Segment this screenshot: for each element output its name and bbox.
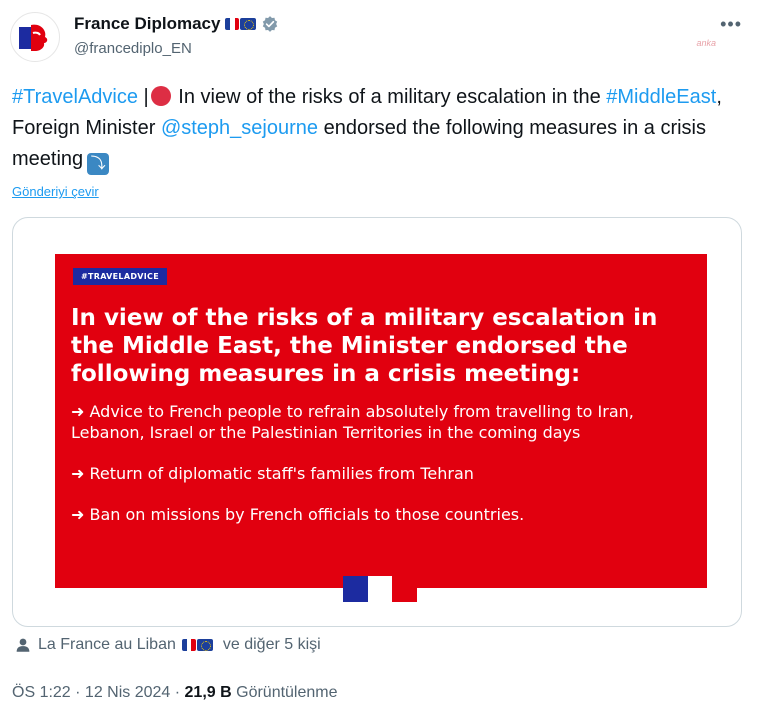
flag-icons [225,18,257,30]
fr-flag-icon [181,639,196,651]
poster-item: ➜ Ban on missions by French officials to… [71,505,525,524]
fr-flag-icon [225,18,240,30]
tweet-date[interactable]: 12 Nis 2024 [85,684,170,701]
poster-item: ➜ Return of diplomatic staff's families … [71,464,474,483]
author-handle[interactable]: @francediplo_EN [74,40,192,57]
media-card[interactable]: #TRAVELADVICE In view of the risks of a … [12,217,742,627]
avatar[interactable] [10,12,60,62]
separator: | [137,86,149,108]
travel-advice-poster: #TRAVELADVICE In view of the risks of a … [55,254,707,602]
translate-post-link[interactable]: Gönderiyi çevir [12,184,99,199]
mention-steph-sejourne[interactable]: @steph_sejourne [161,117,318,139]
hashtag-traveladvice[interactable]: #TravelAdvice [12,86,138,108]
poster-headline: In view of the risks of a military escal… [71,305,658,387]
verified-badge-icon[interactable] [261,15,279,33]
author-name-line: France Diplomacy [74,14,279,34]
poster-item: ➜ Advice to French people to refrain abs… [71,402,634,442]
author-display-name[interactable]: France Diplomacy [74,14,220,34]
more-options-icon[interactable]: ••• [720,14,742,35]
tweet-text-part1: In view of the risks of a military escal… [172,86,607,108]
arrow-down-right-icon: ⤵ [87,153,110,175]
poster-items: ➜ Advice to French people to refrain abs… [71,401,701,545]
eu-flag-icon [196,639,213,651]
meta-separator: · [70,684,85,701]
reposted-by-line: La France au Liban ve diğer 5 kişi [14,636,321,654]
reposted-by-others[interactable]: ve diğer 5 kişi [223,636,321,654]
flag-icons [181,639,213,651]
reposted-by-name[interactable]: La France au Liban [38,636,176,654]
tweet-time[interactable]: ÖS 1:22 [12,684,71,701]
views-label: Görüntülenme [231,684,338,701]
hashtag-middleeast[interactable]: #MiddleEast [606,86,716,108]
meta-separator: · [170,684,185,701]
tweet-text: #TravelAdvice | In view of the risks of … [12,82,742,175]
eu-flag-icon [240,18,257,30]
views-count: 21,9 B [184,684,232,701]
watermark: anka [696,38,716,48]
marianne-poster-logo-icon [343,576,418,602]
marianne-logo-icon [19,24,48,51]
person-icon [16,638,30,652]
tweet-meta: ÖS 1:22 · 12 Nis 2024 · 21,9 B Görüntüle… [12,684,338,702]
poster-tag: #TRAVELADVICE [73,268,167,285]
red-circle-icon [150,86,171,106]
